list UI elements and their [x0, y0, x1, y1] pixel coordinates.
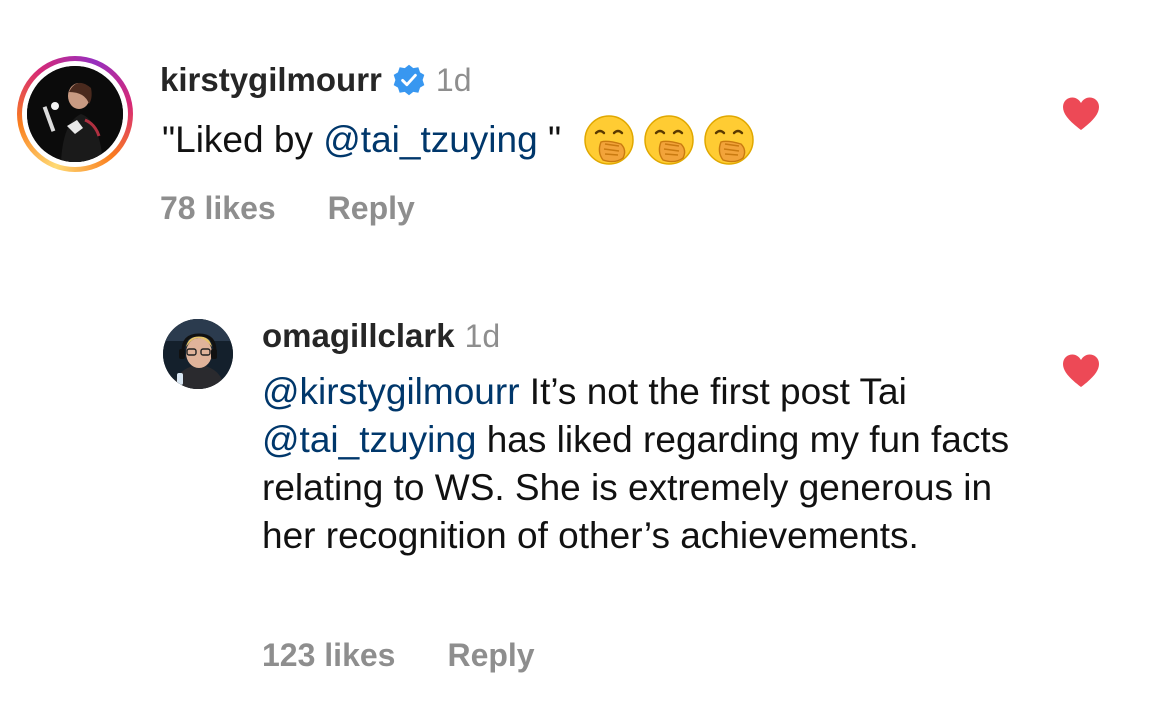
comment-text: @kirstygilmourr It’s not the first post … [262, 368, 1022, 560]
timestamp: 1d [464, 317, 501, 354]
reply-button[interactable]: Reply [328, 190, 415, 227]
comment-actions: 78 likes Reply [160, 188, 415, 228]
username[interactable]: kirstygilmourr [160, 61, 382, 99]
comment-header: omagillclark 1d [262, 314, 500, 358]
mention-link[interactable]: @kirstygilmourr [262, 371, 520, 412]
face-with-hand-over-mouth-icon [584, 115, 634, 165]
comment-text-suffix: " [537, 119, 562, 160]
avatar-photo [27, 66, 123, 162]
face-with-hand-over-mouth-icon [644, 115, 694, 165]
story-ring-avatar[interactable] [17, 56, 133, 172]
comment-text-part: It’s not the first post Tai [519, 371, 907, 412]
like-heart-icon[interactable] [1061, 353, 1101, 389]
comment-text-prefix: "Liked by [162, 119, 324, 160]
avatar [27, 66, 123, 162]
likes-count[interactable]: 78 likes [160, 190, 276, 227]
mention-link[interactable]: @tai_tzuying [262, 419, 476, 460]
avatar[interactable] [163, 319, 233, 389]
face-with-hand-over-mouth-icon [704, 115, 754, 165]
comment-actions: 123 likes Reply [262, 635, 535, 675]
username[interactable]: omagillclark [262, 317, 455, 355]
avatar-photo [163, 319, 233, 389]
reply-button[interactable]: Reply [447, 637, 534, 674]
likes-count[interactable]: 123 likes [262, 637, 395, 674]
mention-link[interactable]: @tai_tzuying [323, 119, 537, 161]
comment-text: "Liked by @tai_tzuying " [162, 112, 763, 168]
comment-header: kirstygilmourr 1d [160, 58, 472, 102]
verified-badge-icon [393, 64, 425, 96]
reply-comment: omagillclark 1d @kirstygilmourr It’s not… [0, 260, 1170, 724]
timestamp: 1d [435, 61, 472, 98]
like-heart-icon[interactable] [1061, 96, 1101, 132]
emoji-group [583, 114, 763, 166]
comment: kirstygilmourr 1d "Liked by @tai_tzuying… [0, 0, 1170, 260]
